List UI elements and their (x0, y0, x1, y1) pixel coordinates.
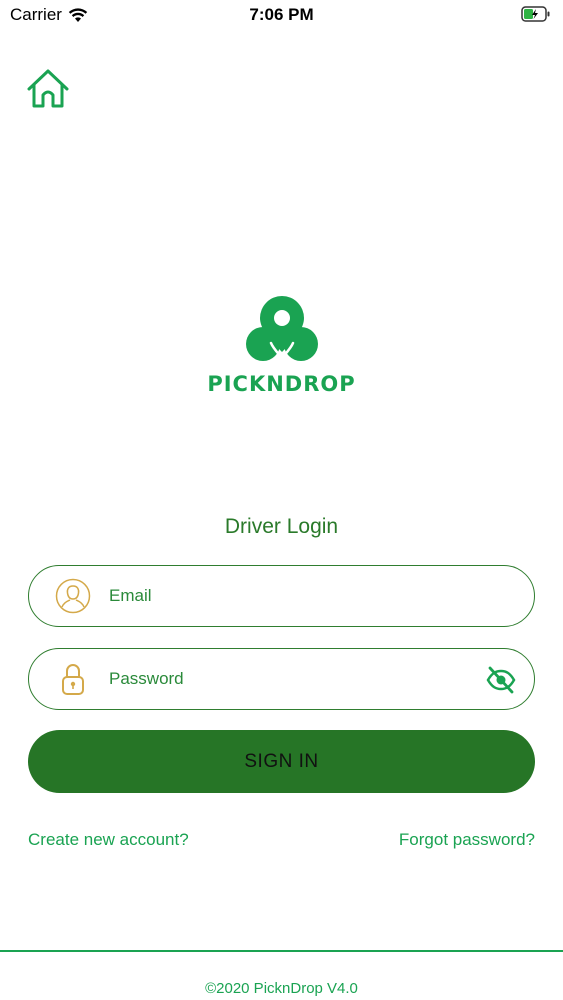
create-account-link[interactable]: Create new account? (28, 830, 189, 850)
eye-off-icon (486, 666, 516, 694)
toggle-password-visibility-button[interactable] (486, 665, 516, 695)
home-icon (27, 69, 69, 108)
logo-mark-icon (245, 296, 318, 361)
login-screen: Carrier 7:06 PM PICKNDROP Driver Login E… (0, 0, 563, 1000)
status-time: 7:06 PM (249, 5, 314, 24)
status-bar: Carrier 7:06 PM (0, 0, 563, 30)
sign-in-button[interactable]: SIGN IN (28, 730, 535, 793)
page-title: Driver Login (224, 515, 339, 538)
lock-icon (62, 664, 84, 695)
email-field[interactable] (28, 565, 535, 627)
email-input[interactable] (109, 580, 479, 612)
logo-text: PICKNDROP (207, 372, 356, 396)
forgot-password-link[interactable]: Forgot password? (399, 830, 535, 850)
footer-divider (0, 950, 563, 952)
password-field[interactable] (28, 648, 535, 710)
user-icon (55, 578, 91, 614)
footer-copyright: ©2020 PicknDrop V4.0 (205, 980, 358, 997)
battery-charging-icon (521, 6, 550, 22)
home-button[interactable] (26, 68, 70, 110)
brand-logo: PICKNDROP (0, 296, 563, 396)
password-input[interactable] (109, 663, 479, 695)
